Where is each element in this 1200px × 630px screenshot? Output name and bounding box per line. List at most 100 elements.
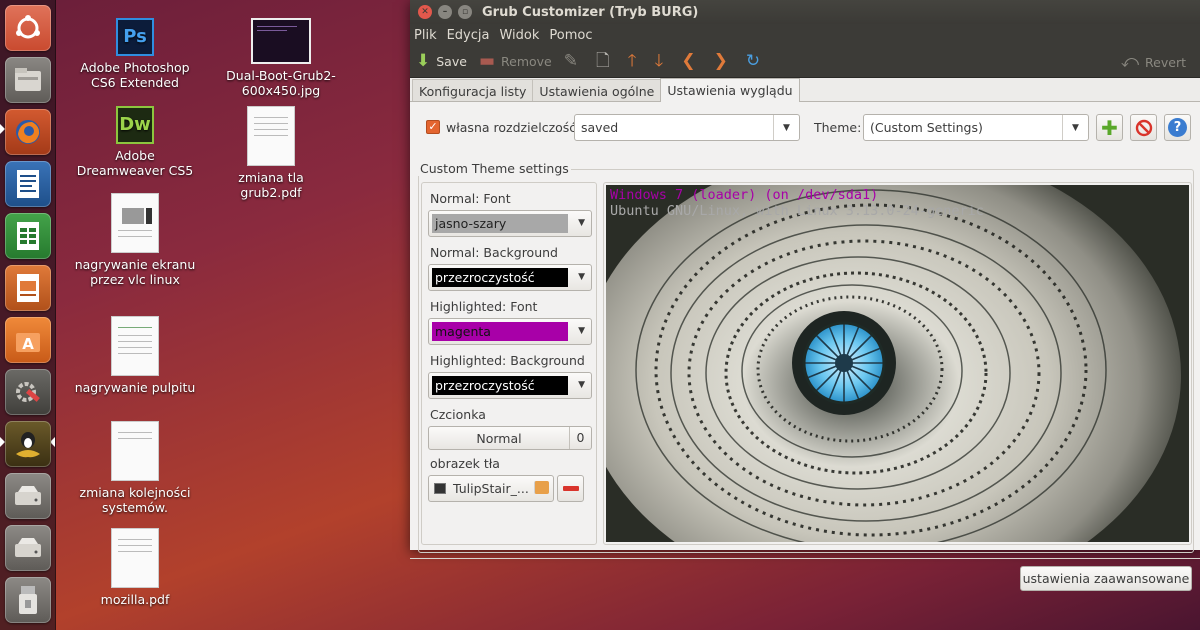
remove-background-button[interactable]: [557, 475, 584, 502]
menu-plik[interactable]: Plik: [410, 28, 442, 43]
desktop-icon-label: nagrywanie ekranu przez vlc linux: [74, 257, 196, 287]
menu-pomoc[interactable]: Pomoc: [544, 28, 597, 43]
document-thumbnail-icon: [111, 421, 159, 481]
background-image-label: obrazek tła: [430, 456, 500, 471]
close-icon[interactable]: ✕: [418, 5, 432, 19]
normal-bg-swatch: przezroczystość: [432, 268, 568, 287]
chevron-left-icon: ❮: [681, 51, 696, 71]
ubuntu-dash-icon[interactable]: [5, 5, 51, 51]
calc-icon[interactable]: [5, 213, 51, 259]
add-entry-button[interactable]: 🗋: [590, 46, 622, 78]
custom-resolution-label: własna rozdzielczość:: [446, 120, 581, 135]
desktop-icon-dreamweaver[interactable]: Dw Adobe Dreamweaver CS5: [70, 106, 200, 178]
highlighted-bg-label: Highlighted: Background: [430, 353, 585, 368]
desktop-icon-file[interactable]: zmiana tla grub2.pdf: [206, 106, 336, 200]
move-left-button[interactable]: ❮: [675, 46, 707, 78]
help-icon: ?: [1168, 118, 1187, 137]
desktop-icon-label: Adobe Photoshop CS6 Extended: [80, 60, 190, 90]
chevron-down-icon: ▼: [578, 218, 585, 228]
desktop-icon-file[interactable]: mozilla.pdf: [70, 528, 200, 607]
desktop-icon-file[interactable]: nagrywanie ekranu przez vlc linux: [70, 193, 200, 287]
desktop-icon-file[interactable]: Dual-Boot-Grub2-600x450.jpg: [216, 18, 346, 98]
image-thumbnail-icon: [251, 18, 311, 64]
minimize-icon[interactable]: –: [438, 5, 452, 19]
remove-icon: [562, 486, 579, 491]
chevron-down-icon: ▼: [1062, 115, 1088, 140]
font-size: 0: [569, 427, 591, 449]
titlebar: ✕ – ▫ Grub Customizer (Tryb BURG): [410, 0, 1200, 24]
advanced-settings-button[interactable]: ustawienia zaawansowane: [1020, 566, 1192, 591]
revert-button[interactable]: ⤺ Revert: [1115, 46, 1192, 78]
firefox-icon[interactable]: [5, 109, 51, 155]
resolution-combo[interactable]: saved ▼: [574, 114, 800, 141]
menu-edycja[interactable]: Edycja: [442, 28, 495, 43]
normal-bg-color-combo[interactable]: przezroczystość ▼: [428, 264, 592, 291]
divider: [410, 558, 1200, 559]
desktop-icon-file[interactable]: nagrywanie pulpitu: [70, 316, 200, 395]
writer-icon[interactable]: [5, 161, 51, 207]
usb-drive-icon[interactable]: [5, 577, 51, 623]
desktop-icon-photoshop[interactable]: Ps Adobe Photoshop CS6 Extended: [70, 18, 200, 90]
theme-preview: Windows 7 (loader) (on /dev/sda1) Ubuntu…: [603, 182, 1192, 545]
highlighted-font-color-combo[interactable]: magenta ▼: [428, 318, 592, 345]
arrow-up-icon: 🡑: [627, 51, 637, 71]
highlighted-font-swatch: magenta: [432, 322, 568, 341]
plus-icon: ✚: [1101, 115, 1118, 140]
impress-icon[interactable]: [5, 265, 51, 311]
help-button[interactable]: ?: [1164, 114, 1191, 141]
custom-resolution-checkbox[interactable]: ✓: [426, 120, 440, 134]
files-icon[interactable]: [5, 57, 51, 103]
desktop-icon-label: Dual-Boot-Grub2-600x450.jpg: [226, 68, 336, 98]
document-thumbnail-icon: [111, 316, 159, 376]
chevron-down-icon: ▼: [578, 380, 585, 390]
maximize-icon[interactable]: ▫: [458, 5, 472, 19]
background-file-chooser[interactable]: TulipStair_...: [428, 475, 554, 502]
move-down-button[interactable]: 🡓: [649, 46, 676, 78]
document-thumbnail-icon: [111, 193, 159, 253]
preview-screen: Windows 7 (loader) (on /dev/sda1) Ubuntu…: [606, 185, 1189, 542]
font-label: Czcionka: [430, 407, 486, 422]
remove-theme-button[interactable]: [1130, 114, 1157, 141]
font-name: Normal: [476, 431, 522, 446]
refresh-button[interactable]: ↻: [740, 46, 772, 78]
drive-icon[interactable]: [5, 525, 51, 571]
move-up-button[interactable]: 🡑: [622, 46, 649, 78]
menu-widok[interactable]: Widok: [494, 28, 544, 43]
move-right-button[interactable]: ❯: [708, 46, 740, 78]
add-theme-button[interactable]: ✚: [1096, 114, 1123, 141]
chevron-right-icon: ❯: [713, 51, 728, 71]
normal-font-color-combo[interactable]: jasno-szary ▼: [428, 210, 592, 237]
normal-font-swatch: jasno-szary: [432, 214, 568, 233]
grub-customizer-icon[interactable]: [5, 421, 51, 467]
image-file-icon: [434, 483, 446, 494]
remove-button[interactable]: ▬ Remove: [473, 46, 558, 78]
highlighted-font-label: Highlighted: Font: [430, 299, 538, 314]
tab-ustawienia-ogolne[interactable]: Ustawienia ogólne: [532, 79, 662, 101]
svg-text:A: A: [22, 335, 34, 353]
save-button[interactable]: ⬇ Save: [410, 46, 473, 78]
chevron-down-icon: ▼: [773, 115, 799, 140]
desktop-icon-label: Adobe Dreamweaver CS5: [76, 148, 194, 178]
window-title: Grub Customizer (Tryb BURG): [482, 4, 699, 20]
theme-combo[interactable]: (Custom Settings) ▼: [863, 114, 1089, 141]
tab-konfiguracja-listy[interactable]: Konfiguracja listy: [412, 79, 534, 101]
system-settings-icon[interactable]: [5, 369, 51, 415]
highlighted-bg-color-combo[interactable]: przezroczystość ▼: [428, 372, 592, 399]
tab-ustawienia-wygladu[interactable]: Ustawienia wyglądu: [660, 78, 800, 102]
photoshop-icon: Ps: [116, 18, 154, 56]
desktop-icon-file[interactable]: zmiana kolejności systemów.: [70, 421, 200, 515]
font-chooser-button[interactable]: Normal 0: [428, 426, 592, 450]
edit-button[interactable]: ✎: [558, 46, 590, 78]
pencil-icon: ✎: [563, 51, 578, 71]
pdf-thumbnail-icon: [247, 106, 295, 166]
preview-highlighted-entry: Windows 7 (loader) (on /dev/sda1): [610, 187, 879, 203]
desktop-icon-label: mozilla.pdf: [100, 592, 170, 607]
save-label: Save: [436, 54, 467, 69]
software-center-icon[interactable]: A: [5, 317, 51, 363]
drive-icon[interactable]: [5, 473, 51, 519]
dreamweaver-icon: Dw: [116, 106, 154, 144]
no-entry-icon: [1135, 119, 1152, 136]
folder-icon: [534, 481, 549, 494]
background-file-name: TulipStair_...: [453, 481, 529, 496]
desktop-icon-label: zmiana kolejności systemów.: [79, 485, 191, 515]
